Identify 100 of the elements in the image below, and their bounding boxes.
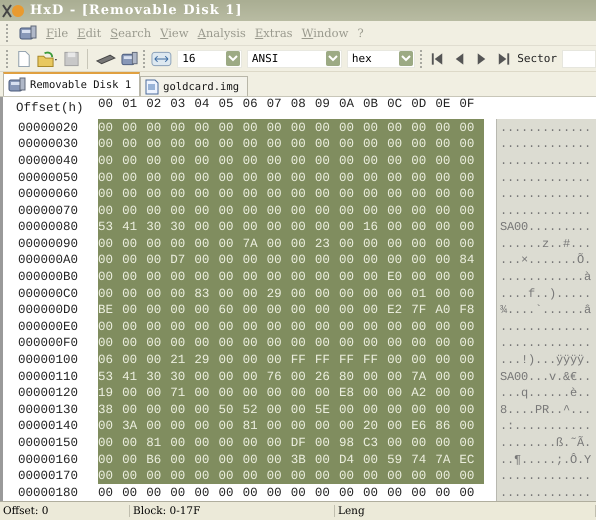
resize-icon[interactable] [151,50,172,68]
hex-byte: 00 [314,302,339,319]
hex-byte: 00 [363,318,388,336]
hex-byte: B6 [146,451,170,468]
offset-cell-text: 00000040 [17,154,80,168]
column-header: 0E [435,97,452,113]
hex-byte: 00 [146,268,170,286]
menu-item[interactable]: Edit [77,26,102,40]
hex-byte: 00 [218,268,243,286]
offset-base-select[interactable]: hex [346,50,416,68]
menu-item[interactable]: Window [302,26,348,40]
hex-byte: 74 [411,451,436,468]
hex-byte: 00 [266,335,291,352]
hex-byte: 00 [338,268,364,286]
offset-cell-text: 00000120 [17,386,80,400]
hex-byte: 00 [194,119,218,136]
hex-byte: 00 [98,236,122,252]
hex-byte: 00 [435,186,460,202]
menu-item[interactable]: View [160,26,189,40]
hex-byte: 00 [411,236,436,252]
hex-byte: 00 [338,318,364,336]
hex-byte: 81 [146,434,170,452]
hex-byte: 00 [290,418,315,435]
hex-byte: 00 [194,434,218,452]
hex-byte: 00 [242,434,267,452]
hex-byte: 76 [266,368,291,385]
hex-byte: 00 [290,318,315,336]
hex-byte: 00 [218,119,243,136]
hex-byte: E0 [387,268,412,286]
hex-byte: 00 [459,418,484,435]
hex-byte: 00 [435,268,460,286]
hex-byte: 00 [170,318,194,336]
text-cell: ............. [500,137,592,152]
hex-byte: 30 [170,218,194,236]
hex-byte: 80 [338,368,364,385]
hex-byte: 00 [411,252,436,269]
hex-byte: 00 [290,202,315,219]
disk-icon [8,77,26,93]
hex-byte: 16 [363,218,388,236]
hex-byte: 00 [435,119,460,136]
hex-byte: 00 [459,186,484,202]
hex-byte: 00 [290,384,315,402]
hex-byte: 00 [194,451,218,468]
hex-byte: 00 [194,468,218,484]
menu-item[interactable]: Extras [254,26,293,40]
hex-byte: 00 [98,202,122,219]
hex-byte: 00 [218,384,243,402]
hex-byte: 00 [242,252,267,269]
sector-label: Sector [517,52,558,65]
hex-byte: 00 [242,202,267,219]
hex-byte: FF [290,352,315,368]
hex-byte: 00 [146,468,170,484]
hex-byte: 00 [170,152,194,170]
menu-item[interactable]: Search [110,26,152,40]
hex-byte: 00 [266,152,291,170]
hex-byte: 00 [218,434,243,452]
column-header: 0C [387,97,404,113]
hex-byte: 00 [363,236,388,252]
open-folder-icon[interactable] [36,50,58,68]
hex-byte: 00 [242,468,267,484]
hex-byte: 00 [122,136,146,153]
hex-byte: 00 [314,434,339,452]
hex-byte: 00 [459,335,484,352]
hex-byte: 00 [290,136,315,153]
menu-item[interactable]: ? [357,26,364,40]
hex-byte: 00 [242,484,259,501]
offset-cell-text: 00000170 [17,469,80,484]
text-cell: ............. [500,120,592,135]
hex-byte: 00 [122,335,146,352]
open-disk-icon[interactable] [120,50,138,66]
hex-byte: 00 [459,218,484,236]
hex-byte: D4 [338,451,364,468]
hex-byte: 00 [363,169,388,186]
hex-byte: 00 [122,318,146,336]
hex-byte: 00 [411,318,436,336]
hex-byte: 00 [146,318,170,336]
hex-byte: 00 [266,468,291,484]
file-tab[interactable]: goldcard.img [140,76,248,96]
hex-byte: 00 [170,236,194,252]
hex-byte: 00 [459,434,484,452]
hex-byte: A2 [411,384,436,402]
sector-field[interactable] [562,50,596,68]
menu-item[interactable]: File [46,26,68,40]
hex-byte: 00 [435,352,460,368]
hex-byte: 00 [363,402,388,418]
file-tab[interactable]: Removable Disk 1 [3,72,140,96]
hex-byte: 41 [122,368,146,385]
bytes-per-row-select[interactable]: 16 [177,50,242,68]
hex-byte: 00 [170,302,194,319]
hex-byte: 00 [459,152,484,170]
hex-byte: 00 [338,335,364,352]
hex-byte: 00 [435,169,460,186]
hex-byte: 00 [122,451,146,468]
hex-byte: 00 [170,268,194,286]
hex-byte: 00 [387,169,412,186]
hex-byte: 00 [387,402,412,418]
hex-byte: 00 [459,402,484,418]
menu-item[interactable]: Analysis [198,26,246,40]
charset-select[interactable]: ANSI [246,50,342,68]
hex-byte: 06 [98,352,122,368]
